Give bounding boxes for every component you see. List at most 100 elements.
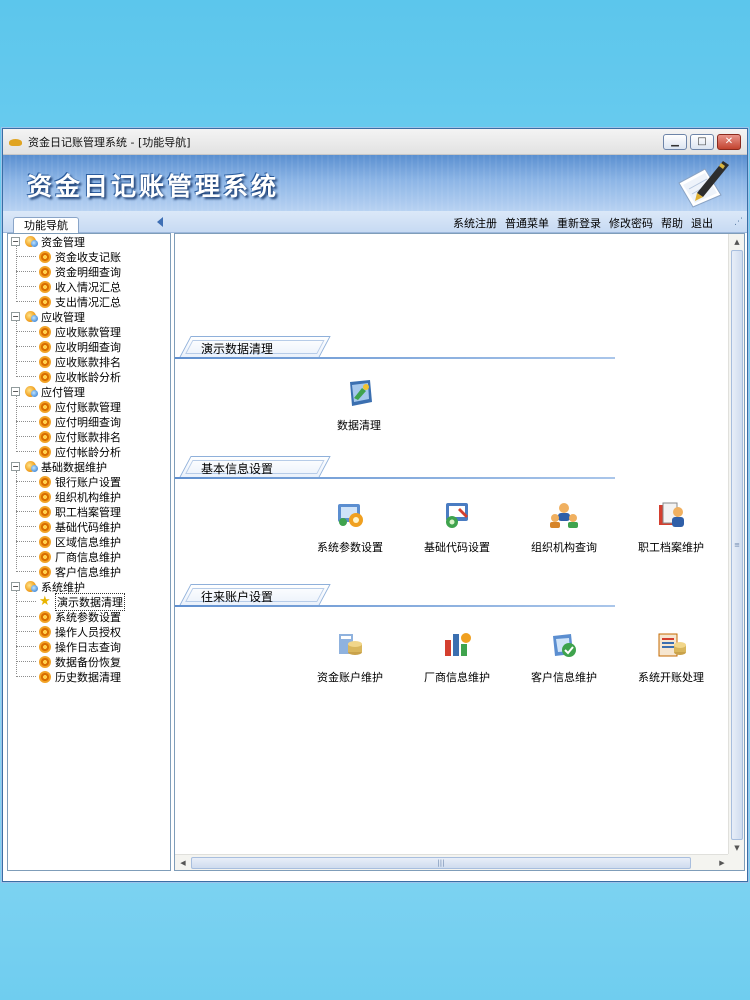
tree-node-child[interactable]: 应收账款管理 xyxy=(8,324,170,339)
customer-info-icon xyxy=(553,634,576,657)
tree-node-label: 基础数据维护 xyxy=(41,460,107,474)
base-code-icon xyxy=(446,503,468,528)
gear-icon xyxy=(39,340,51,353)
tree-node-label: 历史数据清理 xyxy=(55,670,121,684)
tree-node-label: 资金管理 xyxy=(41,235,85,249)
tree-node-child[interactable]: 收入情况汇总 xyxy=(8,279,170,294)
tree-node-child[interactable]: 支出情况汇总 xyxy=(8,294,170,309)
tree-node-child[interactable]: 应收账款排名 xyxy=(8,354,170,369)
section-title: 往来账户设置 xyxy=(201,590,274,604)
menu-help[interactable]: 帮助 xyxy=(661,215,683,231)
section-demo-clean: 演示数据清理 xyxy=(175,336,625,360)
collapse-toggle-icon[interactable]: − xyxy=(11,312,20,321)
tree-node-child[interactable]: 历史数据清理 xyxy=(8,669,170,684)
collapse-toggle-icon[interactable]: − xyxy=(11,462,20,471)
tree-node-child[interactable]: 资金收支记账 xyxy=(8,249,170,264)
gear-icon xyxy=(39,280,51,293)
tree-node-child[interactable]: ★ 演示数据清理 xyxy=(8,592,170,611)
scroll-up-icon[interactable]: ▲ xyxy=(729,234,744,250)
tree-node-child[interactable]: 银行账户设置 xyxy=(8,474,170,489)
module-folder-icon xyxy=(24,310,38,323)
scroll-left-icon[interactable]: ◀ xyxy=(175,855,191,870)
tree-node-child[interactable]: 操作日志查询 xyxy=(8,639,170,654)
tile-fund-account[interactable]: 资金账户维护 xyxy=(300,630,400,685)
close-button[interactable]: ✕ xyxy=(717,134,741,150)
staff-file-icon xyxy=(659,502,684,527)
tree-node-label: 数据备份恢复 xyxy=(55,655,121,669)
gear-icon xyxy=(39,400,51,413)
gear-icon xyxy=(39,625,51,638)
menu-system-register[interactable]: 系统注册 xyxy=(453,215,497,231)
tree-node-child[interactable]: 应付账款排名 xyxy=(8,429,170,444)
top-menu: 系统注册 普通菜单 重新登录 修改密码 帮助 退出 xyxy=(453,215,713,231)
tree-node-child[interactable]: 厂商信息维护 xyxy=(8,549,170,564)
collapse-toggle-icon[interactable]: − xyxy=(11,387,20,396)
module-folder-icon xyxy=(24,385,38,398)
tree-node-parent[interactable]: − 资金管理 xyxy=(8,234,170,249)
tile-open-account[interactable]: 系统开账处理 xyxy=(621,630,721,685)
banner-title: 资金日记账管理系统 xyxy=(27,172,280,201)
vendor-info-icon xyxy=(445,633,471,656)
tree-node-child[interactable]: 区域信息维护 xyxy=(8,534,170,549)
gear-icon xyxy=(39,490,51,503)
tree-node-child[interactable]: 应收明细查询 xyxy=(8,339,170,354)
tree-node-child[interactable]: 应付明细查询 xyxy=(8,414,170,429)
system-params-icon xyxy=(338,504,363,527)
tile-staff-file[interactable]: 职工档案维护 xyxy=(621,500,721,555)
tree-node-child[interactable]: 基础代码维护 xyxy=(8,519,170,534)
tree-node-child[interactable]: 客户信息维护 xyxy=(8,564,170,579)
menu-relogin[interactable]: 重新登录 xyxy=(557,215,601,231)
tile-data-clean[interactable]: 数据清理 xyxy=(309,378,409,433)
tree-group: − 基础数据维护 银行账户设置 组织机构维护 职工档案管理 基础代码维护 区域信息维护 厂商信… xyxy=(8,459,170,579)
gear-icon xyxy=(39,430,51,443)
gear-icon xyxy=(39,520,51,533)
star-icon: ★ xyxy=(39,593,51,609)
tree-node-child[interactable]: 系统参数设置 xyxy=(8,609,170,624)
tree-node-child[interactable]: 应付帐龄分析 xyxy=(8,444,170,459)
tree-node-label: 应付管理 xyxy=(41,385,85,399)
tile-customer-info[interactable]: 客户信息维护 xyxy=(514,630,614,685)
horizontal-scrollbar[interactable]: ◀ ||| ▶ xyxy=(175,854,730,870)
menu-toolbar: 功能导航 系统注册 普通菜单 重新登录 修改密码 帮助 退出 ⋰ xyxy=(3,211,747,233)
vertical-scrollbar[interactable]: ▲ ≡ ▼ xyxy=(728,234,744,856)
tree-node-label: 应收明细查询 xyxy=(55,340,121,354)
tree-node-child[interactable]: 操作人员授权 xyxy=(8,624,170,639)
tree-node-parent[interactable]: − 应收管理 xyxy=(8,309,170,324)
tree-node-parent[interactable]: − 基础数据维护 xyxy=(8,459,170,474)
collapse-toggle-icon[interactable]: − xyxy=(11,582,20,591)
tile-label: 职工档案维护 xyxy=(638,541,704,554)
menu-change-password[interactable]: 修改密码 xyxy=(609,215,653,231)
tree-node-child[interactable]: 职工档案管理 xyxy=(8,504,170,519)
hscroll-thumb[interactable]: ||| xyxy=(191,857,691,869)
tree-node-child[interactable]: 应收帐龄分析 xyxy=(8,369,170,384)
tile-org-query[interactable]: 组织机构查询 xyxy=(514,500,614,555)
maximize-button[interactable]: □ xyxy=(690,134,714,150)
tile-base-code[interactable]: 基础代码设置 xyxy=(407,500,507,555)
tile-label: 数据清理 xyxy=(337,419,381,432)
scroll-thumb[interactable]: ≡ xyxy=(731,250,743,840)
tree-node-label: 基础代码维护 xyxy=(55,520,121,534)
gear-icon xyxy=(39,565,51,578)
tree-node-label: 组织机构维护 xyxy=(55,490,121,504)
gear-icon xyxy=(39,505,51,518)
tree-node-label: 支出情况汇总 xyxy=(55,295,121,309)
menu-normal-menu[interactable]: 普通菜单 xyxy=(505,215,549,231)
tree-node-child[interactable]: 组织机构维护 xyxy=(8,489,170,504)
collapse-toggle-icon[interactable]: − xyxy=(11,237,20,246)
tree-node-child[interactable]: 数据备份恢复 xyxy=(8,654,170,669)
menu-exit[interactable]: 退出 xyxy=(691,215,713,231)
gear-icon xyxy=(39,415,51,428)
tree-node-child[interactable]: 资金明细查询 xyxy=(8,264,170,279)
tile-vendor-info[interactable]: 厂商信息维护 xyxy=(407,630,507,685)
tab-function-nav[interactable]: 功能导航 xyxy=(13,217,79,233)
tree-node-label: 厂商信息维护 xyxy=(55,550,121,564)
minimize-button[interactable]: ▁ xyxy=(663,134,687,150)
tree-node-child[interactable]: 应付账款管理 xyxy=(8,399,170,414)
tree-group: − 资金管理 资金收支记账 资金明细查询 收入情况汇总 支出情况汇总 xyxy=(8,234,170,309)
collapse-left-icon[interactable] xyxy=(157,217,163,227)
size-grip-icon: ⋰ xyxy=(734,217,743,227)
gear-icon xyxy=(39,475,51,488)
tree-node-parent[interactable]: − 应付管理 xyxy=(8,384,170,399)
tile-system-params[interactable]: 系统参数设置 xyxy=(300,500,400,555)
tree-node-label: 职工档案管理 xyxy=(55,505,121,519)
